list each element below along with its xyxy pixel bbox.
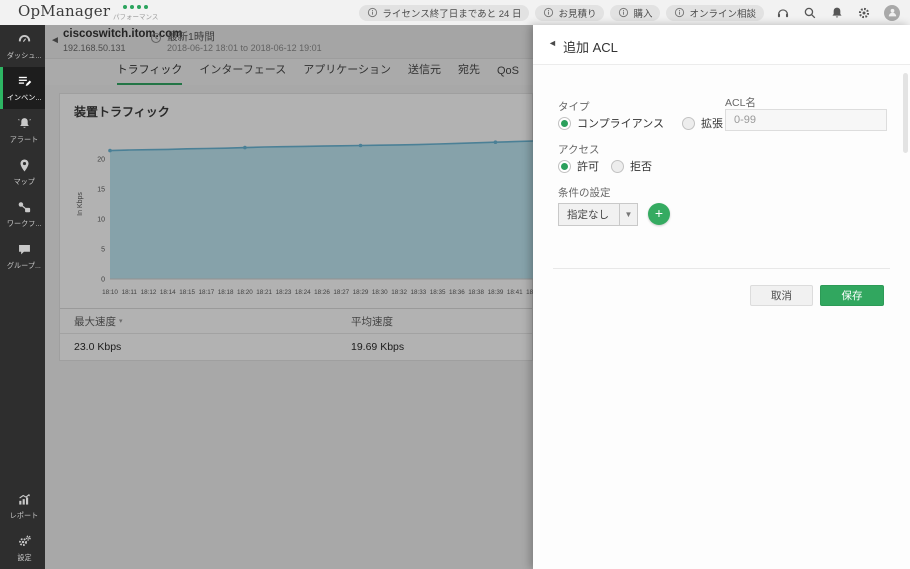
topbar-pills: ライセンス終了日まであと 24 日お見積り 購入 オンライン相談 [359,4,764,21]
settings-icon [17,534,32,549]
panel-header: ◄ 追加 ACL [533,25,910,65]
sidebar-item-レポート[interactable]: レポート [0,485,45,527]
workflow-icon [17,200,32,215]
sidebar-item-設定[interactable]: 設定 [0,527,45,569]
chat-circle-icon [674,7,685,18]
panel-title: 追加 ACL [563,40,618,55]
map-pin-icon [17,158,32,173]
chevron-down-icon: ▼ [619,204,637,225]
topbar-pill-2[interactable]: 購入 [610,4,661,21]
save-button[interactable]: 保存 [820,285,884,306]
acl-name-label: ACL名 [725,97,756,109]
gear-icon[interactable] [857,6,871,20]
access-label: アクセス [558,144,600,156]
add-acl-panel: ◄ 追加 ACL タイプ コンプライアンス 拡張 ACL名 アクセス 許可拒否 条… [533,25,910,569]
search-icon[interactable] [803,6,817,20]
report-icon [17,492,32,507]
cancel-button[interactable]: 取消 [750,285,813,306]
topbar-pill-0[interactable]: ライセンス終了日まであと 24 日 [359,4,530,21]
sidebar-item-インベン[interactable]: インベン... [0,67,45,109]
alert-icon [17,116,32,131]
access-option-1[interactable]: 拒否 [611,158,652,174]
sidebar-item-アラート[interactable]: アラート [0,109,45,151]
radio-selected-icon[interactable] [558,116,571,130]
inventory-icon [17,74,32,89]
quote-circle-icon [543,7,554,18]
buy-circle-icon [618,7,629,18]
top-bar: OpManager パフォーマンス ライセンス終了日まであと 24 日お見積り購… [0,0,910,25]
radio-unselected-icon[interactable] [682,116,696,130]
condition-dropdown-value: 指定なし [567,209,609,221]
performance-widget: パフォーマンス [113,5,158,21]
sidebar-item-ワークフ[interactable]: ワークフ... [0,193,45,235]
type-label: タイプ [558,101,590,113]
type-option-0[interactable]: コンプライアンス [558,115,664,131]
sidebar: ダッシュ... インベン... アラート マップ ワークフ... グループ... レポート設… [0,25,45,569]
gauge-icon [17,32,32,47]
panel-back-icon[interactable]: ◄ [548,38,557,48]
sidebar-item-マップ[interactable]: マップ [0,151,45,193]
performance-dots [113,5,158,9]
radio-selected-icon[interactable] [558,159,571,173]
condition-dropdown[interactable]: 指定なし ▼ [558,203,638,226]
performance-dot [137,5,142,9]
type-option-1[interactable]: 拡張 [682,115,723,131]
performance-dot [123,5,128,9]
group-chat-icon [17,242,32,257]
opmanager-logo: OpManager [18,2,111,20]
performance-dot [144,5,149,9]
topbar-pill-3[interactable]: オンライン相談 [666,4,764,21]
acl-name-input[interactable] [725,109,887,131]
topbar-icons [776,4,900,21]
condition-label: 条件の設定 [558,187,611,199]
panel-divider [553,268,890,269]
performance-dot [130,5,135,9]
panel-scrollbar-thumb[interactable] [903,73,908,153]
topbar-right-group: ライセンス終了日まであと 24 日お見積り 購入 オンライン相談 [359,0,900,25]
modal-backdrop [45,25,533,569]
headset-icon[interactable] [776,6,790,20]
sidebar-item-グループ[interactable]: グループ... [0,235,45,277]
opmanager-app: OpManager パフォーマンス ライセンス終了日まであと 24 日お見積り購… [0,0,910,569]
performance-label: パフォーマンス [113,14,159,21]
radio-unselected-icon[interactable] [611,159,624,173]
add-condition-button[interactable]: + [648,203,670,225]
topbar-pill-1[interactable]: お見積り [535,4,605,21]
sidebar-item-ダッシュ[interactable]: ダッシュ... [0,25,45,67]
license-circle-icon [367,7,378,18]
access-radio-group: 許可 拒否 [558,158,652,174]
access-option-0[interactable]: 許可 [558,158,599,174]
user-avatar[interactable] [884,4,900,21]
type-radio-group: コンプライアンス 拡張 [558,115,723,131]
bell-icon[interactable] [830,6,844,20]
